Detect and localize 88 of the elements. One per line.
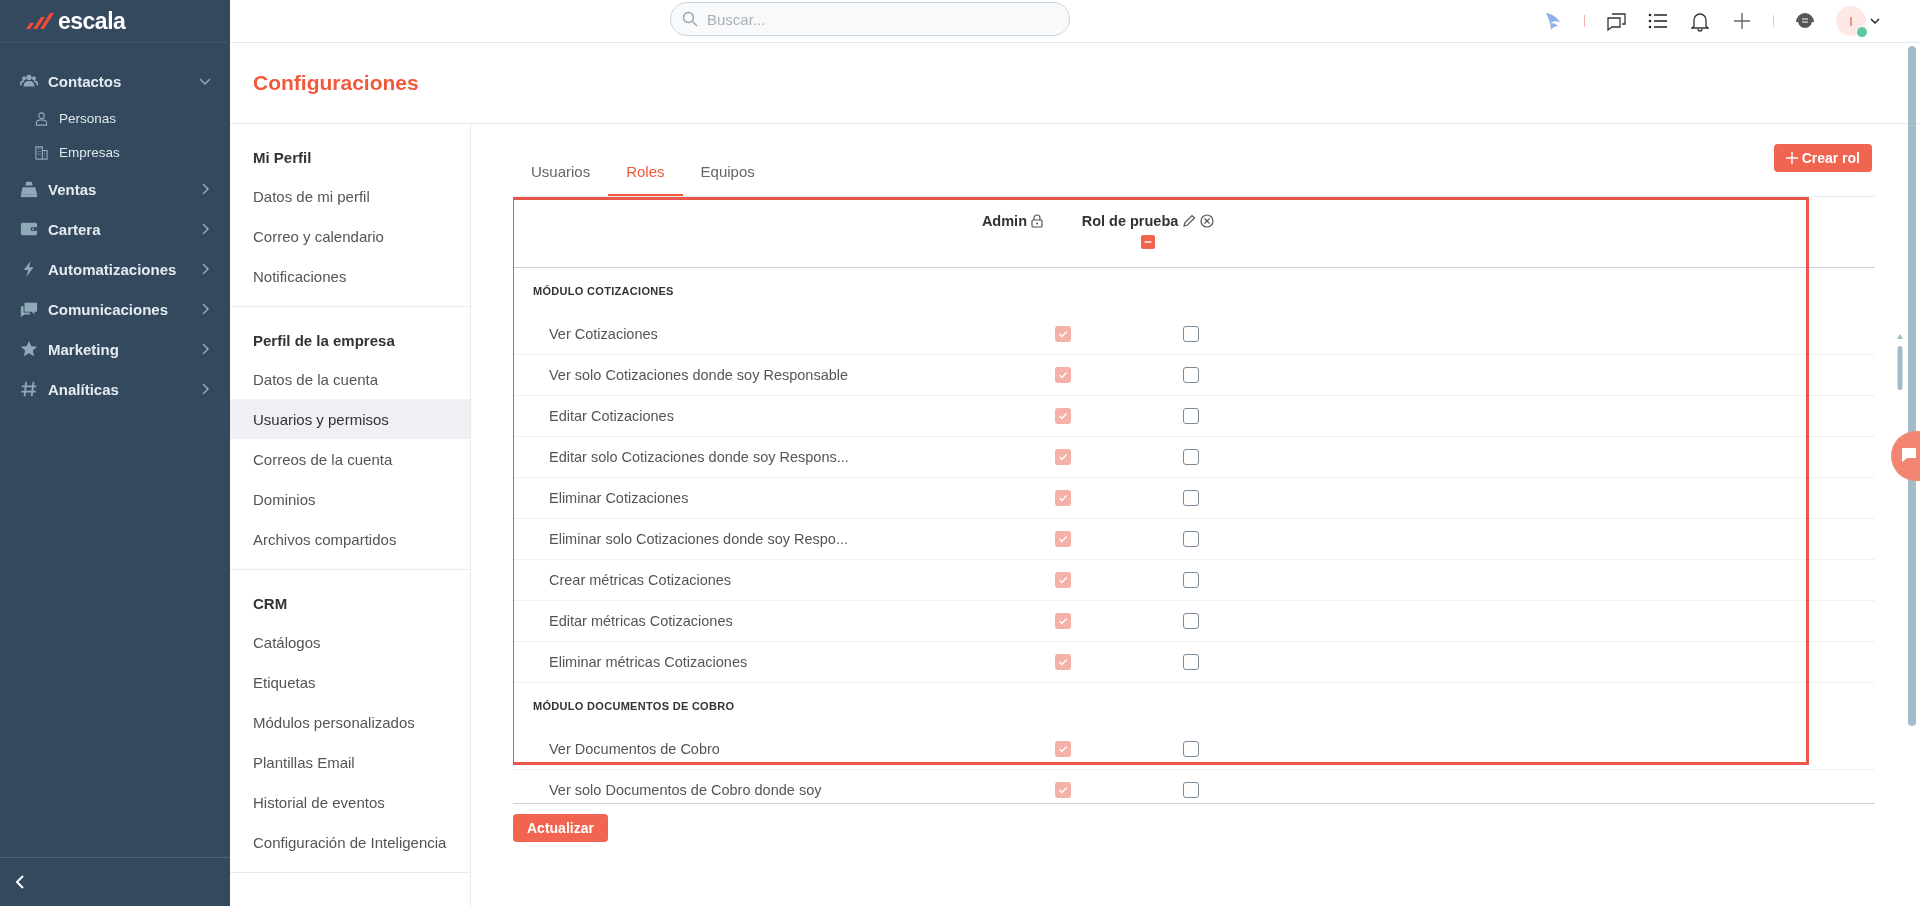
- person-icon: [34, 110, 49, 126]
- checkmark-icon: [1058, 744, 1068, 754]
- checkbox[interactable]: [1183, 367, 1199, 383]
- cash-register-icon: [20, 180, 38, 198]
- page-title: Configuraciones: [253, 71, 419, 95]
- role-name: Admin: [981, 213, 1027, 229]
- tab[interactable]: Usuarios: [513, 163, 609, 196]
- sidebar-item[interactable]: Contactos: [0, 61, 230, 101]
- checkbox[interactable]: [1183, 408, 1199, 424]
- collapse-icon[interactable]: [14, 874, 26, 890]
- checkbox[interactable]: [1183, 449, 1199, 465]
- pencil-icon[interactable]: [1182, 214, 1197, 228]
- close-icon[interactable]: [1200, 214, 1215, 228]
- settings-menu-item[interactable]: Archivos compartidos: [230, 519, 470, 559]
- deselect-all-icon[interactable]: [1141, 235, 1155, 249]
- settings-menu-item[interactable]: Historial de eventos: [230, 782, 470, 822]
- search-icon: [682, 11, 698, 27]
- permission-label: Ver solo Cotizaciones donde soy Responsable: [548, 367, 850, 383]
- tab[interactable]: Equipos: [682, 163, 773, 196]
- checkbox[interactable]: [1183, 741, 1199, 757]
- settings-menu-item[interactable]: Notificaciones: [230, 256, 470, 296]
- settings-menu-item[interactable]: Correo y calendario: [230, 216, 470, 256]
- menu-heading: CRM: [252, 593, 289, 614]
- menu-heading: Perfil de la empresa: [252, 330, 396, 351]
- brand-name: escala: [58, 7, 126, 35]
- permission-label: Editar métricas Cotizaciones: [548, 613, 734, 629]
- checkmark-icon: [1058, 452, 1068, 462]
- sidebar-subitem[interactable]: Empresas: [0, 135, 230, 169]
- hash-icon: [20, 380, 38, 398]
- sidebar-item[interactable]: Cartera: [0, 209, 230, 249]
- checkmark-icon: [1058, 785, 1068, 795]
- section-heading: MÓDULO DOCUMENTOS DE COBRO: [532, 699, 736, 714]
- chat-icon[interactable]: [1605, 10, 1627, 32]
- settings-menu-item[interactable]: Módulos personalizados: [230, 702, 470, 742]
- permission-label: Eliminar métricas Cotizaciones: [548, 654, 749, 670]
- lock-icon: [1031, 214, 1043, 228]
- permission-label: Ver Documentos de Cobro: [548, 741, 721, 757]
- permission-label: Editar Cotizaciones: [548, 408, 675, 424]
- menu-heading: Mi Perfil: [252, 147, 313, 168]
- settings-menu-item[interactable]: Usuarios y permisos: [230, 399, 470, 439]
- settings-menu-item[interactable]: Dominios: [230, 479, 470, 519]
- settings-menu-item[interactable]: Datos de mi perfil: [230, 176, 470, 216]
- checkmark-icon: [1058, 657, 1068, 667]
- checkbox[interactable]: [1183, 490, 1199, 506]
- settings-menu-item[interactable]: Plantillas Email: [230, 742, 470, 782]
- caret-icon[interactable]: [1870, 17, 1880, 25]
- building-icon: [34, 144, 49, 160]
- checkmark-icon: [1058, 616, 1068, 626]
- sidebar-item[interactable]: Analíticas: [0, 369, 230, 409]
- checkmark-icon: [1058, 493, 1068, 503]
- checkbox[interactable]: [1183, 326, 1199, 342]
- checkmark-icon: [1058, 370, 1068, 380]
- checkbox[interactable]: [1183, 613, 1199, 629]
- plus-icon[interactable]: [1731, 10, 1753, 32]
- permission-label: Crear métricas Cotizaciones: [548, 572, 733, 588]
- settings-menu-item[interactable]: Correos de la cuenta: [230, 439, 470, 479]
- chat-bubbles-icon: [20, 300, 38, 318]
- checkmark-icon: [1058, 534, 1068, 544]
- sidebar-item[interactable]: Comunicaciones: [0, 289, 230, 329]
- star-icon: [20, 340, 38, 358]
- checkbox[interactable]: [1183, 531, 1199, 547]
- sidebar-subitem[interactable]: Personas: [0, 101, 230, 135]
- checkmark-icon: [1058, 575, 1068, 585]
- bell-icon[interactable]: [1689, 10, 1711, 32]
- permission-label: Ver solo Documentos de Cobro donde soy: [548, 782, 823, 798]
- checkbox[interactable]: [1183, 782, 1199, 798]
- checkbox[interactable]: [1183, 654, 1199, 670]
- search-field[interactable]: Buscar...: [670, 2, 1070, 36]
- sidebar-item[interactable]: Ventas: [0, 169, 230, 209]
- wallet-icon: [20, 220, 38, 238]
- plus-icon: [1785, 152, 1798, 164]
- settings-menu-item[interactable]: Etiquetas: [230, 662, 470, 702]
- permission-label: Eliminar solo Cotizaciones donde soy Respo...: [548, 531, 849, 547]
- checkmark-icon: [1058, 329, 1068, 339]
- checkmark-icon: [1058, 411, 1068, 421]
- section-heading: MÓDULO COTIZACIONES: [532, 284, 675, 299]
- permission-label: Eliminar Cotizaciones: [548, 490, 690, 506]
- settings-menu-item[interactable]: Configuración de Inteligencia: [230, 822, 470, 862]
- logo-icon: [24, 12, 54, 30]
- permission-label: Editar solo Cotizaciones donde soy Respons...: [548, 449, 850, 465]
- sidebar-item[interactable]: Automatizaciones: [0, 249, 230, 289]
- permission-label: Ver Cotizaciones: [548, 326, 659, 342]
- settings-menu-item[interactable]: Datos de la cuenta: [230, 359, 470, 399]
- checkbox[interactable]: [1183, 572, 1199, 588]
- sidebar-item[interactable]: Marketing: [0, 329, 230, 369]
- settings-menu-item[interactable]: Catálogos: [230, 622, 470, 662]
- role-name: Rol de prueba: [1081, 213, 1179, 229]
- page-scrollbar[interactable]: [1908, 46, 1916, 726]
